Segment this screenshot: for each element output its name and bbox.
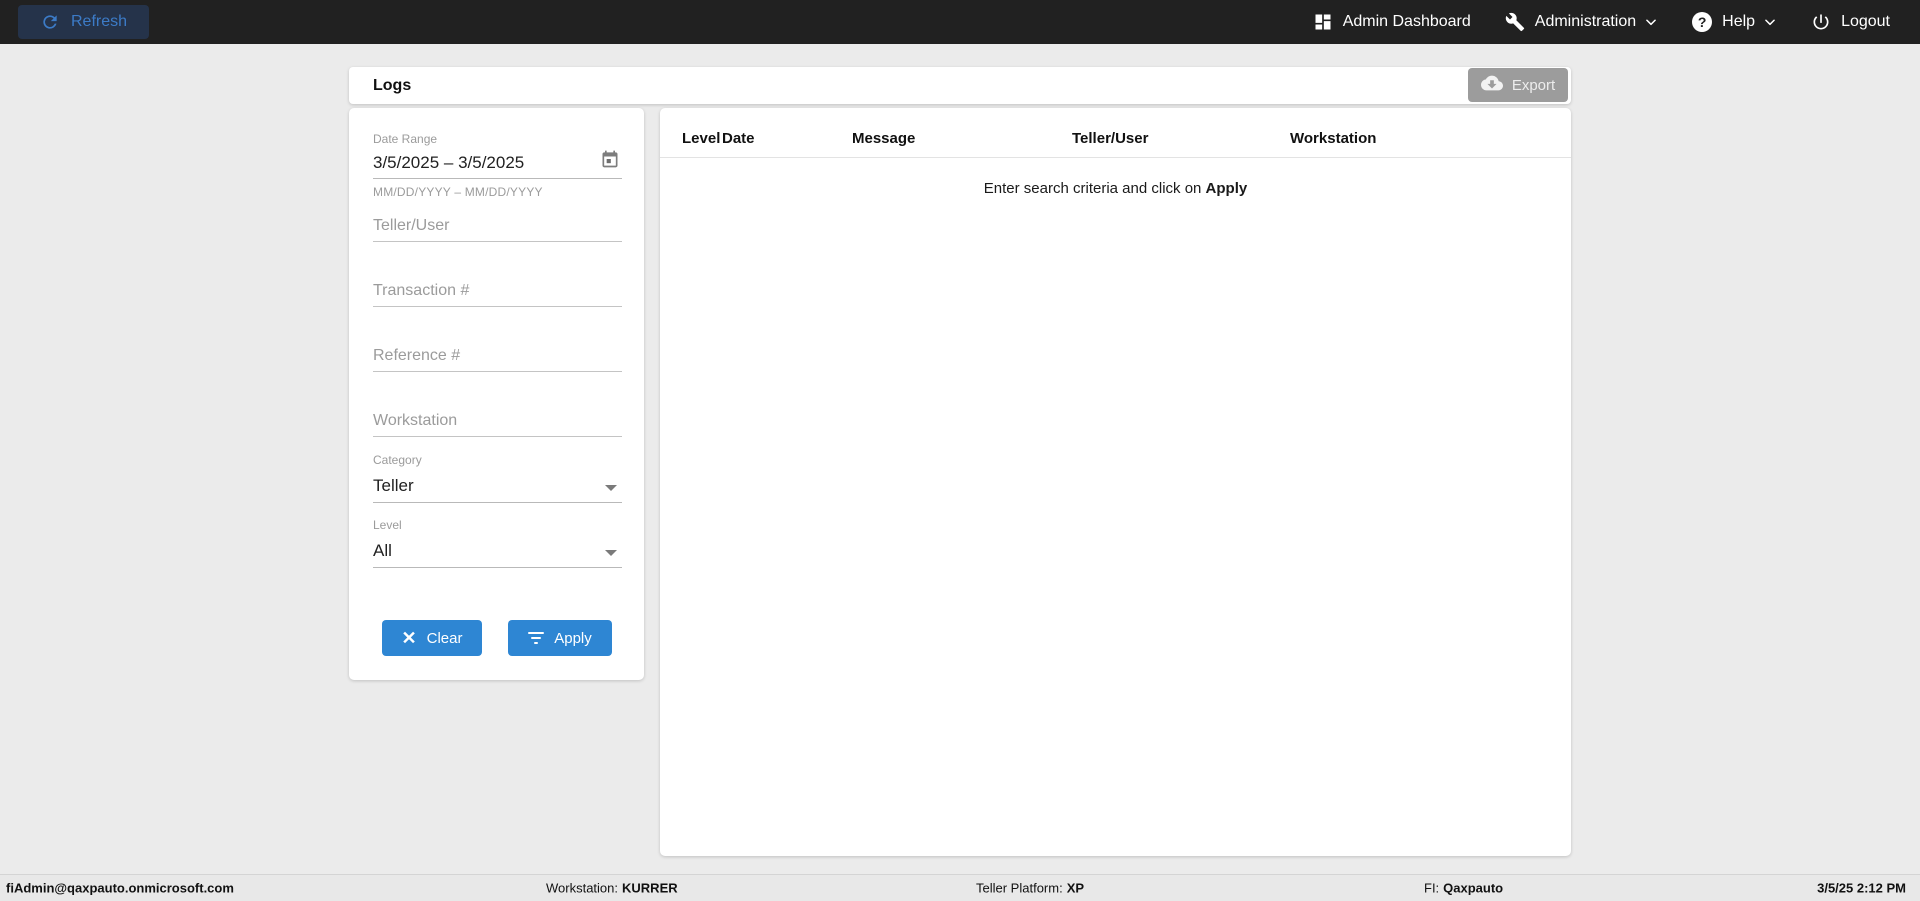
level-select[interactable]: All — [373, 536, 622, 568]
cloud-download-icon — [1480, 72, 1503, 98]
nav-help[interactable]: ? Help — [1692, 12, 1777, 32]
refresh-button[interactable]: Refresh — [18, 5, 150, 39]
calendar-icon[interactable] — [600, 149, 622, 178]
status-datetime: 3/5/25 2:12 PM — [1817, 880, 1906, 896]
top-nav: Admin Dashboard Administration ? Help Lo… — [1313, 12, 1920, 32]
table-header-row: Level Date Message Teller/User Workstati… — [660, 108, 1571, 158]
page-title: Logs — [373, 76, 412, 94]
category-select[interactable]: Teller — [373, 471, 622, 503]
empty-message-text: Enter search criteria and click on — [983, 180, 1206, 197]
empty-message-apply: Apply — [1205, 180, 1248, 197]
chevron-down-icon — [605, 550, 617, 556]
nav-logout[interactable]: Logout — [1811, 12, 1890, 32]
status-fi-value: Qaxpauto — [1443, 880, 1504, 896]
column-header-workstation: Workstation — [1290, 130, 1377, 147]
level-label: Level — [373, 518, 402, 532]
refresh-label: Refresh — [71, 13, 128, 30]
category-label: Category — [373, 453, 422, 467]
reference-number-input[interactable] — [373, 345, 622, 372]
nav-administration[interactable]: Administration — [1505, 12, 1658, 32]
chevron-down-icon — [1646, 15, 1658, 29]
column-header-message: Message — [852, 130, 916, 147]
status-fi-label: FI: — [1424, 880, 1440, 896]
level-value: All — [373, 541, 392, 560]
export-label: Export — [1511, 76, 1556, 94]
nav-label: Help — [1722, 13, 1756, 30]
status-workstation-label: Workstation: — [546, 880, 619, 896]
refresh-icon — [40, 12, 60, 32]
date-range-value[interactable]: 3/5/2025 – 3/5/2025 — [373, 153, 524, 178]
workstation-input[interactable] — [373, 410, 622, 437]
status-bar: fiAdmin@qaxpauto.onmicrosoft.com Worksta… — [0, 874, 1920, 901]
top-bar: Refresh Admin Dashboard Administration ?… — [0, 0, 1920, 44]
status-teller-platform: Teller Platform: XP — [976, 881, 1084, 896]
close-icon: ✕ — [401, 628, 417, 648]
nav-label: Admin Dashboard — [1342, 13, 1471, 30]
status-workstation: Workstation: KURRER — [546, 881, 678, 896]
column-header-date: Date — [722, 130, 755, 147]
chevron-down-icon — [1765, 15, 1777, 29]
apply-button[interactable]: Apply — [508, 620, 612, 656]
export-button[interactable]: Export — [1468, 68, 1568, 102]
status-user: fiAdmin@qaxpauto.onmicrosoft.com — [6, 880, 234, 896]
power-icon — [1811, 12, 1831, 32]
status-platform-value: XP — [1066, 880, 1085, 896]
column-header-level: Level — [682, 130, 721, 147]
status-platform-label: Teller Platform: — [976, 880, 1063, 896]
clear-label: Clear — [426, 629, 463, 647]
column-header-teller-user: Teller/User — [1072, 130, 1149, 147]
nav-label: Administration — [1534, 13, 1637, 30]
help-icon: ? — [1692, 12, 1713, 32]
dashboard-icon — [1313, 12, 1333, 32]
category-value: Teller — [373, 476, 414, 495]
nav-admin-dashboard[interactable]: Admin Dashboard — [1313, 12, 1471, 32]
date-range-label: Date Range — [373, 132, 438, 146]
date-range-hint: MM/DD/YYYY – MM/DD/YYYY — [373, 185, 543, 199]
status-workstation-value: KURRER — [622, 880, 678, 896]
clear-button[interactable]: ✕ Clear — [382, 620, 482, 656]
transaction-number-input[interactable] — [373, 280, 622, 307]
wrench-icon — [1505, 12, 1525, 32]
chevron-down-icon — [605, 485, 617, 491]
apply-label: Apply — [554, 629, 592, 647]
nav-label: Logout — [1841, 13, 1890, 30]
logs-table-panel: Level Date Message Teller/User Workstati… — [660, 108, 1571, 856]
empty-state-message: Enter search criteria and click on Apply — [660, 180, 1571, 197]
status-fi: FI: Qaxpauto — [1424, 881, 1503, 896]
logs-toolbar: Logs Export — [349, 67, 1571, 104]
date-range-field[interactable]: 3/5/2025 – 3/5/2025 — [373, 150, 622, 179]
filter-icon — [528, 632, 545, 644]
teller-user-input[interactable] — [373, 215, 622, 242]
filter-panel: Date Range 3/5/2025 – 3/5/2025 MM/DD/YYY… — [349, 108, 644, 680]
